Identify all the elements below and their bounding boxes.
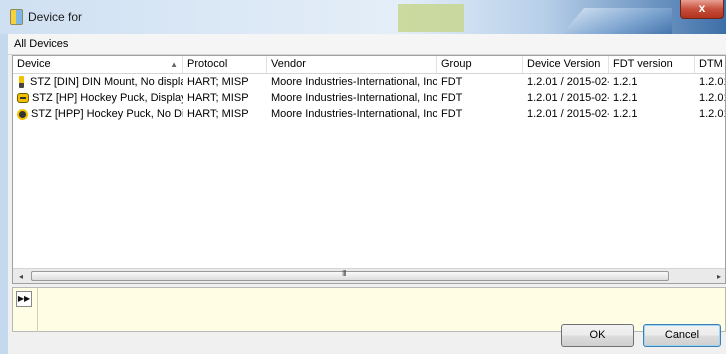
table-header: Device ▲ Protocol Vendor Group Device Ve… [13,56,725,74]
column-header-fdt-version[interactable]: FDT version [609,56,695,73]
scroll-left-icon[interactable]: ◂ [15,270,27,283]
device-name: STZ [HP] Hockey Puck, Display [32,92,183,104]
cell-device: STZ [DIN] DIN Mount, No display [13,74,183,90]
dialog-client-area: All Devices Device ▲ Protocol Vendor Gro… [8,34,726,354]
details-divider [37,288,38,332]
column-header-device-version[interactable]: Device Version [523,56,609,73]
cell-group: FDT [441,108,463,120]
column-header-vendor[interactable]: Vendor [267,56,437,73]
cell-device: STZ [HPP] Hockey Puck, No Displ [13,106,183,122]
title-bar-glow [562,8,672,34]
hockey-puck-display-icon [17,93,29,104]
cell-fdt-version: 1.2.1 [613,108,638,120]
cell-fdt-version: 1.2.1 [613,76,638,88]
scroll-right-icon[interactable]: ▸ [713,270,725,283]
ok-button[interactable]: OK [561,324,634,347]
cell-dtm-version: 1.2.01 [699,108,725,120]
scrollbar-thumb[interactable]: III [31,269,669,281]
scrollbar-grip-icon: III [342,269,347,278]
column-header-group[interactable]: Group [437,56,523,73]
cell-vendor: Moore Industries-International, Inc. [271,92,437,104]
title-bar-decoration [398,4,464,32]
title-bar[interactable]: Device for x [0,0,726,34]
device-table: Device ▲ Protocol Vendor Group Device Ve… [12,55,726,284]
breadcrumb: All Devices [8,34,726,55]
cell-device: STZ [HP] Hockey Puck, Display [13,90,183,106]
cell-device-version: 1.2.01 / 2015-02- [527,92,609,104]
cell-group: FDT [441,92,463,104]
expand-details-button[interactable]: ▶▶ [16,291,32,307]
column-header-device[interactable]: Device ▲ [13,56,183,73]
device-name: STZ [HPP] Hockey Puck, No Displ [31,108,183,120]
cell-device-version: 1.2.01 / 2015-02- [527,76,609,88]
cell-fdt-version: 1.2.1 [613,92,638,104]
breadcrumb-all-devices[interactable]: All Devices [14,38,68,50]
table-row[interactable]: STZ [HP] Hockey Puck, Display HART; MISP… [13,90,725,106]
device-name: STZ [DIN] DIN Mount, No display [30,76,183,88]
table-row[interactable]: STZ [HPP] Hockey Puck, No Displ HART; MI… [13,106,725,122]
cell-protocol: HART; MISP [187,76,249,88]
cell-dtm-version: 1.2.01 [699,76,725,88]
hockey-puck-no-display-icon [17,108,28,120]
cell-protocol: HART; MISP [187,108,249,120]
cell-protocol: HART; MISP [187,92,249,104]
cell-dtm-version: 1.2.01 [699,92,725,104]
cell-device-version: 1.2.01 / 2015-02- [527,108,609,120]
device-dialog: Device for x All Devices Device ▲ Protoc… [0,0,726,354]
cell-group: FDT [441,76,463,88]
column-header-label: Device [17,58,51,70]
cell-vendor: Moore Industries-International, Inc. [271,108,437,120]
din-mount-device-icon [19,76,24,89]
column-header-protocol[interactable]: Protocol [183,56,267,73]
window-title: Device for [28,10,83,24]
table-row[interactable]: STZ [DIN] DIN Mount, No display HART; MI… [13,74,725,90]
column-header-dtm-version[interactable]: DTM v [695,56,725,73]
sort-ascending-icon: ▲ [170,60,178,69]
app-icon [10,9,23,25]
close-button[interactable]: x [680,0,724,19]
cancel-button[interactable]: Cancel [643,324,721,347]
horizontal-scrollbar[interactable]: ◂ III ▸ [13,268,725,283]
cell-vendor: Moore Industries-International, Inc. [271,76,437,88]
